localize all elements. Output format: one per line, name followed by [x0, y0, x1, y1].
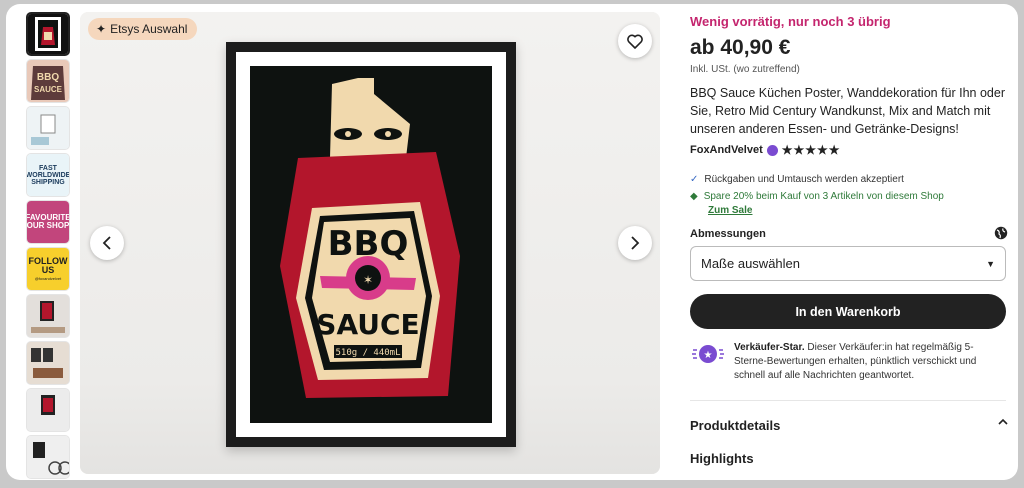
discount-perk: ◆ Spare 20% beim Kauf von 3 Artikeln von…	[690, 191, 944, 202]
poster-mat: ✶ BBQ SAUCE 510g / 440mL	[236, 52, 506, 437]
heart-icon	[627, 34, 643, 49]
star-seller-title: Verkäufer-Star.	[734, 342, 805, 353]
product-page: BBQ SAUCE FAST WORLDWIDE SHIPPING FAVOURI…	[6, 4, 1018, 480]
dimensions-select[interactable]: Maße auswählen ▼	[690, 246, 1006, 281]
divider	[690, 400, 1006, 401]
thumbnail-6[interactable]: FOLLOW US @foxandvelvet	[26, 247, 70, 291]
caret-down-icon: ▼	[986, 258, 995, 269]
poster-artwork: ✶ BBQ SAUCE 510g / 440mL	[250, 66, 492, 423]
chevron-left-icon	[102, 236, 111, 250]
thumbnail-3[interactable]	[26, 106, 70, 150]
svg-text:✶: ✶	[363, 273, 373, 287]
star-seller-icon	[766, 144, 778, 156]
rating-stars[interactable]: ★★★★★	[782, 143, 841, 157]
chevron-right-icon	[631, 236, 640, 250]
dimensions-label: Abmessungen	[690, 228, 766, 240]
next-image-button[interactable]	[618, 226, 652, 260]
main-product-image[interactable]: ✶ BBQ SAUCE 510g / 440mL ✦ Etsys Auswahl	[80, 12, 660, 474]
poster-text-sauce: SAUCE	[316, 308, 419, 341]
globe-icon[interactable]	[994, 226, 1008, 240]
star-seller-badge-icon: ★	[692, 345, 724, 363]
framed-poster: ✶ BBQ SAUCE 510g / 440mL	[226, 42, 516, 447]
highlights-heading: Highlights	[690, 451, 754, 466]
vat-note: Inkl. USt. (wo zutreffend)	[690, 64, 800, 75]
svg-text:SAUCE: SAUCE	[34, 85, 63, 94]
chevron-up-icon[interactable]	[998, 418, 1008, 426]
stock-notice: Wenig vorrätig, nur noch 3 übrig	[690, 14, 891, 29]
sparkle-icon: ✦	[96, 22, 107, 36]
thumbnail-5[interactable]: FAVOURITE OUR SHOP	[26, 200, 70, 244]
thumbnail-9[interactable]	[26, 388, 70, 432]
thumbnail-8[interactable]	[26, 341, 70, 385]
shop-name-link[interactable]: FoxAndVelvet	[690, 144, 763, 156]
thumbnail-10[interactable]	[26, 435, 70, 479]
etsys-pick-badge: ✦ Etsys Auswahl	[88, 18, 198, 40]
price: ab 40,90 €	[690, 36, 791, 59]
badge-label: Etsys Auswahl	[110, 22, 188, 36]
product-details-heading[interactable]: Produktdetails	[690, 418, 780, 433]
svg-text:★: ★	[704, 350, 713, 361]
thumbnail-favourite-text: FAVOURITE OUR SHOP	[27, 201, 69, 243]
checkmark-icon: ✓	[690, 174, 699, 185]
dimensions-select-value: Maße auswählen	[701, 256, 800, 271]
thumbnail-7[interactable]	[26, 294, 70, 338]
tag-icon: ◆	[690, 191, 698, 202]
star-seller-text: Verkäufer-Star. Dieser Verkäufer:in hat …	[734, 341, 1006, 383]
thumbnail-follow-handle: @foxandvelvet	[34, 276, 62, 281]
poster-text-weight: 510g / 440mL	[335, 348, 400, 358]
poster-text-bbq: BBQ	[328, 224, 409, 264]
previous-image-button[interactable]	[90, 226, 124, 260]
favorite-button[interactable]	[618, 24, 652, 58]
thumbnail-strip: BBQ SAUCE FAST WORLDWIDE SHIPPING FAVOURI…	[26, 12, 72, 480]
add-to-cart-button[interactable]: In den Warenkorb	[690, 294, 1006, 329]
thumbnail-shipping-text: FAST WORLDWIDE SHIPPING	[27, 154, 69, 196]
sale-link[interactable]: Zum Sale	[708, 205, 752, 216]
star-seller-info: ★ Verkäufer-Star. Dieser Verkäufer:in ha…	[690, 341, 1006, 383]
discount-text: Spare 20% beim Kauf von 3 Artikeln von d…	[703, 191, 944, 202]
product-title: BBQ Sauce Küchen Poster, Wanddekoration …	[690, 86, 1006, 136]
returns-text: Rückgaben und Umtausch werden akzeptiert	[704, 174, 904, 185]
thumbnail-follow-text: FOLLOW US	[28, 256, 68, 275]
thumbnail-2[interactable]: BBQ SAUCE	[26, 59, 70, 103]
shop-info: FoxAndVelvet ★★★★★	[690, 143, 841, 157]
svg-text:BBQ: BBQ	[37, 72, 59, 83]
returns-perk: ✓ Rückgaben und Umtausch werden akzeptie…	[690, 174, 904, 185]
thumbnail-4[interactable]: FAST WORLDWIDE SHIPPING	[26, 153, 70, 197]
thumbnail-1[interactable]	[26, 12, 70, 56]
